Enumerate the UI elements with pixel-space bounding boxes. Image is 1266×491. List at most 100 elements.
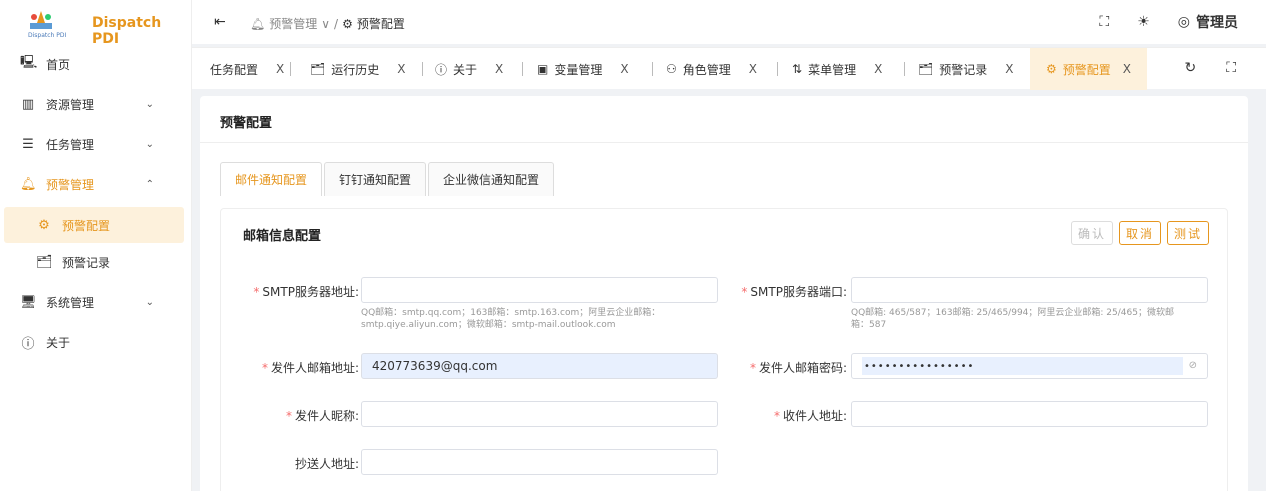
smtp-host-input[interactable] (361, 277, 718, 303)
smtp-port-input[interactable] (851, 277, 1208, 303)
tabs-bar: 任务配置 X 🗂︎ 运行历史 X ⓘ 关于 X ▣ 变量管理 X ⚇ 角色管理 … (192, 47, 1266, 90)
close-icon[interactable]: X (1123, 62, 1131, 76)
smtp-host-label-wrap: * SMTP服务器地址: (221, 277, 359, 305)
test-button[interactable]: 测试 (1166, 221, 1209, 245)
tab-dingtalk-config[interactable]: 钉钉通知配置 (324, 162, 427, 196)
sidebar-item-home[interactable]: 🖳 首页 (0, 46, 190, 82)
sidebar: Dispatch PDI Dispatch PDI 🖳 首页 ▥ 资源管理 ⌄ … (0, 0, 192, 491)
password-value: •••••••••••••••• (862, 357, 1183, 375)
tab-tools: ↻ ⛶ (1184, 60, 1236, 76)
bell-icon: 🔔︎ (250, 16, 266, 31)
sender-name-label: * 发件人昵称: (285, 409, 359, 423)
smtp-port-label-text: SMTP服务器端口: (750, 285, 847, 299)
sun-icon[interactable]: ☀ (1137, 14, 1150, 30)
sidebar-item-alert-config[interactable]: ⚙ 预警配置 (4, 207, 184, 243)
tab-roles[interactable]: ⚇ 角色管理 X (666, 48, 757, 90)
close-icon[interactable]: X (749, 62, 757, 76)
close-icon[interactable]: X (276, 62, 284, 76)
tab-menus[interactable]: ⇅ 菜单管理 X (792, 48, 882, 90)
env-icon: ▣ (537, 62, 549, 76)
logo-subtitle: Dispatch PDI (28, 32, 67, 39)
sidebar-item-label: 资源管理 (46, 97, 95, 112)
confirm-button[interactable]: 确认 (1070, 221, 1113, 245)
recipient-label-text: 收件人地址: (782, 409, 847, 423)
sender-password-label-text: 发件人邮箱密码: (758, 361, 847, 375)
chevron-down-icon: ⌄ (145, 296, 154, 308)
sidebar-item-system[interactable]: 🖥︎ 系统管理 ⌄ (0, 284, 190, 320)
chevron-down-icon: ∨ (321, 16, 331, 31)
card-title: 邮箱信息配置 (243, 229, 322, 244)
user-menu[interactable]: ◎ 管理员 (1178, 12, 1238, 32)
breadcrumb-item[interactable]: 预警管理 (269, 15, 317, 32)
tab-email-config[interactable]: 邮件通知配置 (220, 162, 323, 196)
tab-label: 预警配置 (1062, 62, 1111, 77)
header-actions: ⛶ ☀ ◎ 管理员 (1099, 12, 1238, 32)
sidebar-item-label: 预警管理 (46, 177, 95, 192)
sender-name-input[interactable] (361, 401, 718, 427)
fullscreen-icon[interactable]: ⛶ (1099, 14, 1109, 30)
smtp-port-help-line2: 箱：587 (851, 320, 887, 330)
smtp-port-help: QQ邮箱: 465/587；163邮箱: 25/465/994；阿里云企业邮箱:… (851, 307, 1196, 331)
list-icon: ☰ (22, 136, 34, 152)
tab-separator (422, 62, 423, 76)
sender-password-label: * 发件人邮箱密码: (749, 361, 847, 375)
sidebar-item-about[interactable]: ⓘ 关于 (0, 324, 190, 360)
app-title: Dispatch PDI (92, 15, 162, 47)
recipient-label-wrap: * 收件人地址: (701, 401, 847, 429)
tab-run-history[interactable]: 🗂︎ 运行历史 X (310, 48, 405, 90)
monitor-icon: 🖳 (20, 55, 38, 70)
close-icon[interactable]: X (495, 62, 503, 76)
main-content: 预警配置 邮件通知配置 钉钉通知配置 企业微信通知配置 邮箱信息配置 确认 取消… (200, 96, 1248, 491)
sidebar-item-resources[interactable]: ▥ 资源管理 ⌄ (0, 86, 190, 122)
tab-about[interactable]: ⓘ 关于 X (435, 48, 503, 90)
sender-password-input[interactable]: •••••••••••••••• ⊘ (851, 353, 1208, 379)
bell-icon: 🔔︎ (20, 176, 37, 192)
sidebar-item-alert-records[interactable]: 🗂︎ 预警记录 (0, 244, 190, 280)
logo[interactable]: Dispatch PDI Dispatch PDI (0, 0, 191, 47)
app-root: Dispatch PDI Dispatch PDI 🖳 首页 ▥ 资源管理 ⌄ … (0, 0, 1266, 491)
sidebar-item-label: 关于 (46, 335, 71, 350)
tab-label: 菜单管理 (808, 62, 857, 77)
breadcrumb-separator: / (334, 16, 339, 31)
sender-name-label-wrap: * 发件人昵称: (221, 401, 359, 429)
tab-separator (777, 62, 778, 76)
sidebar-item-label: 预警记录 (62, 255, 111, 270)
recipient-input[interactable] (851, 401, 1208, 427)
sidebar-item-label: 任务管理 (46, 137, 95, 152)
sender-email-label-wrap: * 发件人邮箱地址: (221, 353, 359, 381)
collapse-menu-icon[interactable]: ⇤ (214, 14, 226, 30)
sidebar-item-tasks[interactable]: ☰ 任务管理 ⌄ (0, 126, 190, 162)
close-icon[interactable]: X (1005, 62, 1013, 76)
user-icon: ◎ (1177, 14, 1190, 30)
tab-task-config[interactable]: 任务配置 X (210, 48, 284, 90)
cc-label-wrap: 抄送人地址: (221, 449, 359, 477)
smtp-port-help-line1: QQ邮箱: 465/587；163邮箱: 25/465/994；阿里云企业邮箱:… (851, 308, 1174, 318)
tab-separator (652, 62, 653, 76)
smtp-port-label: * SMTP服务器端口: (741, 285, 847, 299)
briefcase-icon: 🗂︎ (918, 62, 934, 76)
top-header: ⇤ 🔔︎ 预警管理 ∨ / ⚙ 预警配置 ⛶ ☀ ◎ 管理员 (192, 0, 1266, 44)
close-icon[interactable]: X (397, 62, 405, 76)
sender-password-label-wrap: * 发件人邮箱密码: (701, 353, 847, 381)
tab-wecom-config[interactable]: 企业微信通知配置 (428, 162, 555, 196)
tab-label: 角色管理 (682, 62, 731, 77)
sidebar-item-alerts[interactable]: 🔔︎ 预警管理 ⌃ (0, 166, 190, 202)
tab-variables[interactable]: ▣ 变量管理 X (537, 48, 629, 90)
info-icon: ⓘ (21, 336, 35, 352)
eye-off-icon[interactable]: ⊘ (1189, 360, 1197, 371)
library-icon: ▥ (21, 96, 35, 112)
close-icon[interactable]: X (620, 62, 628, 76)
smtp-host-help-line1: QQ邮箱：smtp.qq.com；163邮箱：smtp.163.com；阿里云企… (361, 308, 661, 318)
refresh-icon[interactable]: ↻ (1184, 60, 1196, 76)
tab-alert-records[interactable]: 🗂︎ 预警记录 X (918, 48, 1013, 90)
tab-label: 预警记录 (939, 62, 988, 77)
cc-input[interactable] (361, 449, 718, 475)
chevron-down-icon: ⌄ (145, 138, 154, 150)
fullscreen-icon[interactable]: ⛶ (1226, 60, 1236, 76)
sidebar-item-label: 系统管理 (46, 295, 95, 310)
tab-alert-config[interactable]: ⚙ 预警配置 X (1030, 48, 1148, 90)
cancel-button[interactable]: 取消 (1118, 221, 1161, 245)
gear-icon: ⚙ (342, 16, 353, 31)
close-icon[interactable]: X (874, 62, 882, 76)
sender-email-input[interactable]: 420773639@qq.com (361, 353, 718, 379)
